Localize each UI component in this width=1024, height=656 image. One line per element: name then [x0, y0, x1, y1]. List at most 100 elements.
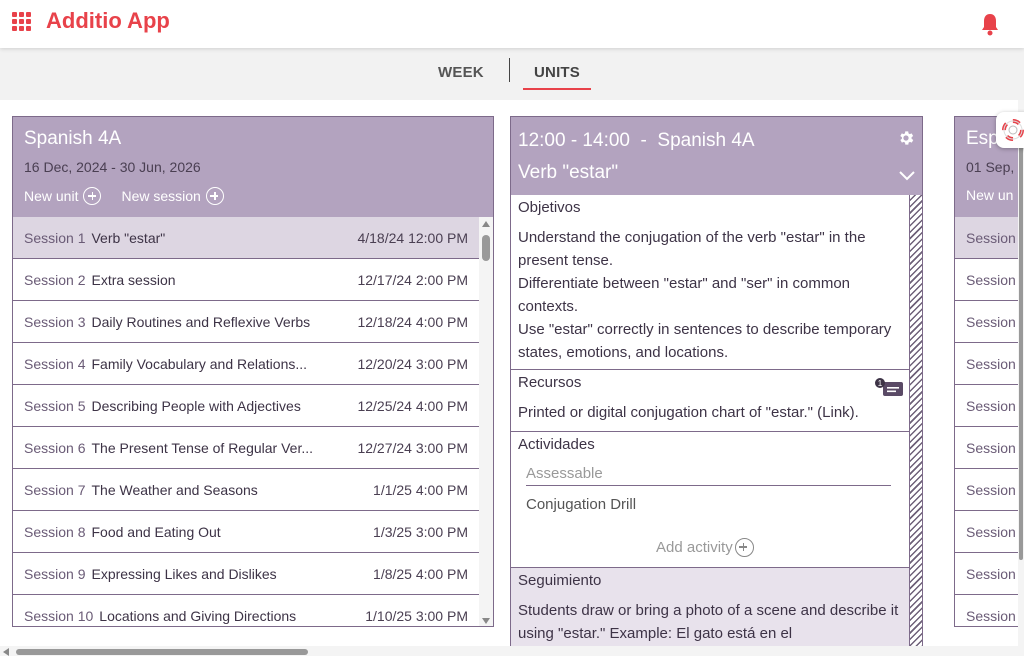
unit-card: Spanish 4A 16 Dec, 2024 - 30 Jun, 2026 N…: [12, 116, 494, 627]
session-name: The Present Tense of Regular Ver...: [91, 439, 314, 456]
session-name: Daily Routines and Reflexive Verbs: [91, 313, 311, 330]
new-unit-label: New unit: [24, 188, 79, 204]
list-item[interactable]: Session: [955, 259, 1024, 301]
next-unit-title[interactable]: Esp: [966, 128, 999, 150]
seguimiento-text: Students draw or bring a photo of a scen…: [518, 602, 899, 642]
unit-dates: 16 Dec, 2024 - 30 Jun, 2026: [24, 159, 201, 175]
list-item[interactable]: Session: [955, 301, 1024, 343]
unit-actions: New unit New session: [24, 187, 244, 205]
session-date: 12/27/24 3:00 PM: [357, 439, 468, 456]
list-item[interactable]: Session: [955, 595, 1024, 626]
recursos-section[interactable]: Recursos Printed or digital conjugation …: [511, 370, 909, 432]
chevron-down-icon[interactable]: [897, 169, 917, 183]
session-name: The Weather and Seasons: [91, 481, 258, 498]
scroll-left-icon[interactable]: [3, 648, 9, 656]
session-list-scrollbar[interactable]: [479, 217, 493, 626]
vertical-page-scrollbar[interactable]: [1018, 100, 1024, 646]
list-item[interactable]: Session: [955, 217, 1024, 259]
session-name: Family Vocabulary and Relations...: [91, 355, 308, 372]
session-date: 1/10/25 3:00 PM: [365, 607, 468, 624]
new-session-button[interactable]: New session: [121, 187, 224, 205]
plus-circle-icon: [205, 187, 224, 205]
session-row[interactable]: Session 6 The Present Tense of Regular V…: [13, 427, 479, 469]
session-number: Session 4: [24, 355, 86, 372]
scroll-thumb[interactable]: [482, 235, 490, 261]
tab-units[interactable]: UNITS: [534, 64, 580, 81]
session-detail-card: 12:00 - 14:00 - Spanish 4A Verb "estar" …: [510, 116, 923, 656]
scroll-down-icon[interactable]: [482, 618, 490, 624]
session-date: 12/17/24 2:00 PM: [357, 271, 468, 288]
list-item[interactable]: Session: [955, 343, 1024, 385]
tab-divider: [509, 58, 510, 82]
assessable-field[interactable]: Assessable: [526, 463, 891, 486]
session-row[interactable]: Session 9 Expressing Likes and Dislikes …: [13, 553, 479, 595]
session-time: 12:00 - 14:00 - Spanish 4A: [518, 130, 755, 151]
list-item[interactable]: Session: [955, 469, 1024, 511]
help-button[interactable]: [996, 112, 1024, 148]
session-row[interactable]: Session 1 Verb "estar" 4/18/24 12:00 PM: [13, 217, 479, 259]
list-item[interactable]: Session: [955, 427, 1024, 469]
view-tabs: WEEK UNITS: [0, 48, 1024, 100]
plus-circle-icon: [83, 187, 102, 205]
list-item[interactable]: Session: [955, 385, 1024, 427]
horizontal-scrollbar[interactable]: [0, 646, 1024, 656]
gear-icon[interactable]: [897, 129, 915, 147]
comment-count: 1: [878, 379, 883, 388]
next-unit-card: Esp 01 Sep, New un Session Session Sessi…: [954, 116, 1024, 627]
add-activity-label: Add activity: [656, 539, 733, 556]
session-row[interactable]: Session 2 Extra session 12/17/24 2:00 PM: [13, 259, 479, 301]
unit-title[interactable]: Spanish 4A: [24, 128, 121, 150]
session-name: Locations and Giving Directions: [99, 607, 297, 624]
session-date: 12/18/24 4:00 PM: [357, 313, 468, 330]
session-number: Session 7: [24, 481, 86, 498]
session-title: Verb "estar": [518, 162, 619, 183]
new-unit-button[interactable]: New unit: [24, 187, 102, 205]
session-row[interactable]: Session 4 Family Vocabulary and Relation…: [13, 343, 479, 385]
session-number: Session 9: [24, 565, 86, 582]
session-number: Session 3: [24, 313, 86, 330]
session-name: Verb "estar": [91, 229, 166, 246]
session-date: 1/8/25 4:00 PM: [373, 565, 468, 582]
session-date: 1/3/25 3:00 PM: [373, 523, 468, 540]
session-detail-header: 12:00 - 14:00 - Spanish 4A Verb "estar": [511, 117, 922, 195]
next-unit-dates: 01 Sep,: [966, 159, 1015, 175]
lifebuoy-icon: [1002, 119, 1024, 141]
apps-grid-icon[interactable]: [12, 12, 31, 31]
comment-icon[interactable]: 1: [873, 378, 905, 400]
objetivo-line: Differentiate between "estar" and "ser" …: [518, 275, 851, 315]
units-content: Spanish 4A 16 Dec, 2024 - 30 Jun, 2026 N…: [0, 100, 1024, 656]
objetivo-line: Understand the conjugation of the verb "…: [518, 229, 866, 269]
session-name: Expressing Likes and Dislikes: [91, 565, 277, 582]
session-list: Session 1 Verb "estar" 4/18/24 12:00 PM …: [13, 217, 479, 626]
list-item[interactable]: Session: [955, 511, 1024, 553]
session-name: Describing People with Adjectives: [91, 397, 301, 414]
new-session-label: New session: [121, 188, 201, 204]
session-date: 12/20/24 3:00 PM: [357, 355, 468, 372]
app-title[interactable]: Additio App: [46, 8, 170, 34]
objetivos-section[interactable]: Objetivos Understand the conjugation of …: [511, 195, 909, 370]
objetivos-title: Objetivos: [518, 199, 581, 216]
bell-icon[interactable]: [980, 12, 1000, 36]
session-row[interactable]: Session 3 Daily Routines and Reflexive V…: [13, 301, 479, 343]
activity-item[interactable]: Conjugation Drill: [526, 496, 894, 513]
list-item[interactable]: Session: [955, 553, 1024, 595]
session-number: Session 1: [24, 229, 86, 246]
scroll-up-icon[interactable]: [482, 221, 490, 227]
session-row[interactable]: Session 7 The Weather and Seasons 1/1/25…: [13, 469, 479, 511]
top-bar: Additio App: [0, 0, 1024, 48]
next-unit-new-unit-button[interactable]: New un: [966, 187, 1013, 203]
add-activity-button[interactable]: Add activity: [656, 538, 754, 557]
actividades-section: Actividades Assessable Conjugation Drill…: [511, 432, 909, 568]
session-number: Session 5: [24, 397, 86, 414]
scroll-thumb[interactable]: [1019, 140, 1023, 560]
session-row[interactable]: Session 10 Locations and Giving Directio…: [13, 595, 479, 626]
session-date: 12/25/24 4:00 PM: [357, 397, 468, 414]
objetivo-line: Use "estar" correctly in sentences to de…: [518, 321, 892, 361]
session-row[interactable]: Session 5 Describing People with Adjecti…: [13, 385, 479, 427]
actividades-title: Actividades: [518, 436, 595, 453]
session-row[interactable]: Session 8 Food and Eating Out 1/3/25 3:0…: [13, 511, 479, 553]
scroll-thumb[interactable]: [16, 649, 308, 655]
seguimiento-section[interactable]: Seguimiento Students draw or bring a pho…: [511, 568, 909, 655]
session-number: Session 10: [24, 607, 94, 624]
tab-week[interactable]: WEEK: [438, 64, 484, 81]
